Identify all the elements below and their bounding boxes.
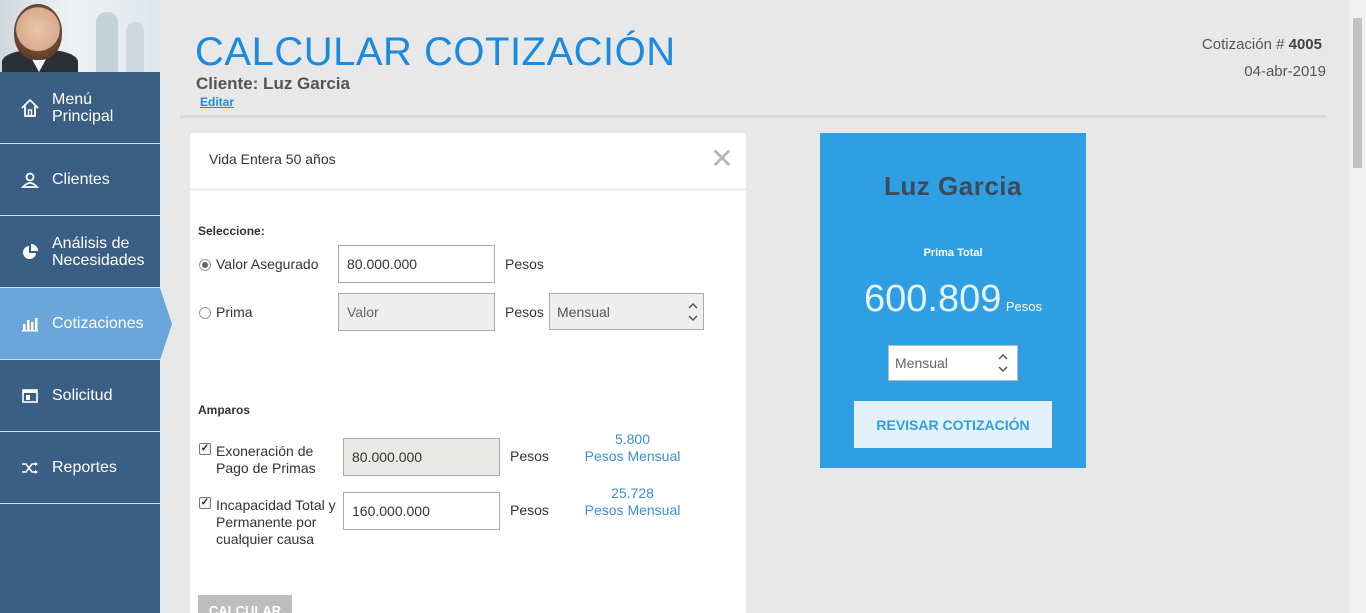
- user-icon: [20, 170, 40, 190]
- prima-input[interactable]: Valor: [338, 293, 495, 331]
- prima-frequency-select[interactable]: Mensual: [549, 293, 704, 330]
- page-scrollbar[interactable]: [1349, 0, 1366, 613]
- amparo-incapacidad-input[interactable]: 160.000.000: [343, 492, 500, 530]
- quote-number-value: 4005: [1288, 36, 1322, 53]
- quote-number-label: Cotización #: [1201, 36, 1285, 53]
- form-icon: [20, 386, 40, 406]
- premium-value: 25.728: [611, 485, 654, 501]
- stepper-icon: [997, 352, 1009, 374]
- total-premium: 600.809 Pesos: [820, 278, 1086, 321]
- premium-unit: Pesos Mensual: [584, 448, 681, 464]
- sidebar-item-menu-principal[interactable]: Menú Principal: [0, 72, 160, 144]
- client-name: Cliente: Luz Garcia: [196, 74, 350, 93]
- edit-client-link[interactable]: Editar: [200, 95, 234, 109]
- calculate-button[interactable]: CALCULAR: [198, 595, 292, 613]
- stepper-icon: [687, 301, 699, 323]
- total-premium-label: Prima Total: [923, 247, 983, 259]
- sidebar-item-clientes[interactable]: Clientes: [0, 144, 160, 216]
- amparo-exoneracion-checkbox[interactable]: ✓: [199, 443, 211, 455]
- radio-prima[interactable]: [199, 307, 211, 319]
- sidebar-item-label: Cotizaciones: [52, 315, 144, 332]
- quote-date: 04-abr-2019: [1244, 63, 1326, 80]
- product-title: Vida Entera 50 años: [209, 151, 336, 167]
- select-label: Seleccione:: [198, 224, 265, 238]
- valor-asegurado-input[interactable]: 80.000.000: [338, 245, 495, 283]
- amparo-exoneracion-input[interactable]: 80.000.000: [343, 438, 500, 476]
- pie-chart-icon: [20, 242, 40, 262]
- sidebar-item-solicitud[interactable]: Solicitud: [0, 360, 160, 432]
- quote-number: Cotización # 4005: [1202, 36, 1322, 53]
- sidebar-item-label: Solicitud: [52, 387, 113, 404]
- review-quote-button[interactable]: REVISAR COTIZACIÓN: [854, 401, 1052, 448]
- amparo-exoneracion-label: Exoneración de Pago de Primas: [216, 443, 316, 476]
- prima-label: Prima: [216, 304, 253, 320]
- radio-valor-asegurado[interactable]: [199, 259, 211, 271]
- avatar: [0, 0, 160, 72]
- product-card: Vida Entera 50 años ✕ Seleccione: Valor …: [190, 133, 746, 613]
- amparo-exoneracion-premium: 5.800 Pesos Mensual: [570, 431, 695, 465]
- sidebar-item-label: Análisis de Necesidades: [52, 234, 145, 269]
- summary-frequency-value: Mensual: [895, 355, 948, 371]
- premium-value: 5.800: [614, 431, 651, 447]
- amparo-incapacidad-premium: 25.728 Pesos Mensual: [570, 485, 695, 519]
- prima-frequency-value: Mensual: [557, 303, 610, 320]
- total-premium-unit: Pesos: [1005, 299, 1042, 314]
- sidebar-item-label: Clientes: [52, 171, 110, 188]
- premium-unit: Pesos Mensual: [584, 502, 681, 518]
- close-icon[interactable]: ✕: [710, 145, 734, 173]
- amparo-incapacidad-checkbox[interactable]: ✓: [199, 497, 211, 509]
- amparo-incapacidad-unit: Pesos: [510, 502, 549, 518]
- valor-asegurado-label: Valor Asegurado: [216, 256, 319, 272]
- sidebar-nav: Menú Principal Clientes Análisis de Nece…: [0, 72, 172, 504]
- card-header: Vida Entera 50 años ✕: [190, 133, 746, 191]
- shuffle-icon: [20, 458, 40, 478]
- amparo-incapacidad-label: Incapacidad Total y Permanente por cualq…: [216, 497, 336, 547]
- summary-panel: Luz Garcia Prima Total 600.809 Pesos Men…: [820, 133, 1086, 468]
- bar-chart-icon: [20, 314, 40, 334]
- scrollbar-thumb[interactable]: [1353, 18, 1362, 168]
- header-divider: [180, 115, 1327, 118]
- total-premium-value: 600.809: [864, 278, 1002, 320]
- sidebar-item-label: Menú Principal: [52, 90, 114, 125]
- sidebar-item-reportes[interactable]: Reportes: [0, 432, 160, 504]
- summary-client-name: Luz Garcia: [884, 171, 1022, 201]
- summary-frequency-select[interactable]: Mensual: [888, 345, 1018, 381]
- amparos-label: Amparos: [198, 403, 251, 417]
- valor-asegurado-unit: Pesos: [505, 256, 544, 272]
- home-icon: [20, 98, 40, 118]
- sidebar-item-cotizaciones[interactable]: Cotizaciones: [0, 288, 172, 360]
- page-title: CALCULAR COTIZACIÓN: [195, 30, 676, 74]
- sidebar-item-analisis[interactable]: Análisis de Necesidades: [0, 216, 160, 288]
- prima-unit: Pesos: [505, 304, 544, 320]
- sidebar-item-label: Reportes: [52, 459, 117, 476]
- sidebar: Menú Principal Clientes Análisis de Nece…: [0, 0, 172, 613]
- amparo-exoneracion-unit: Pesos: [510, 448, 549, 464]
